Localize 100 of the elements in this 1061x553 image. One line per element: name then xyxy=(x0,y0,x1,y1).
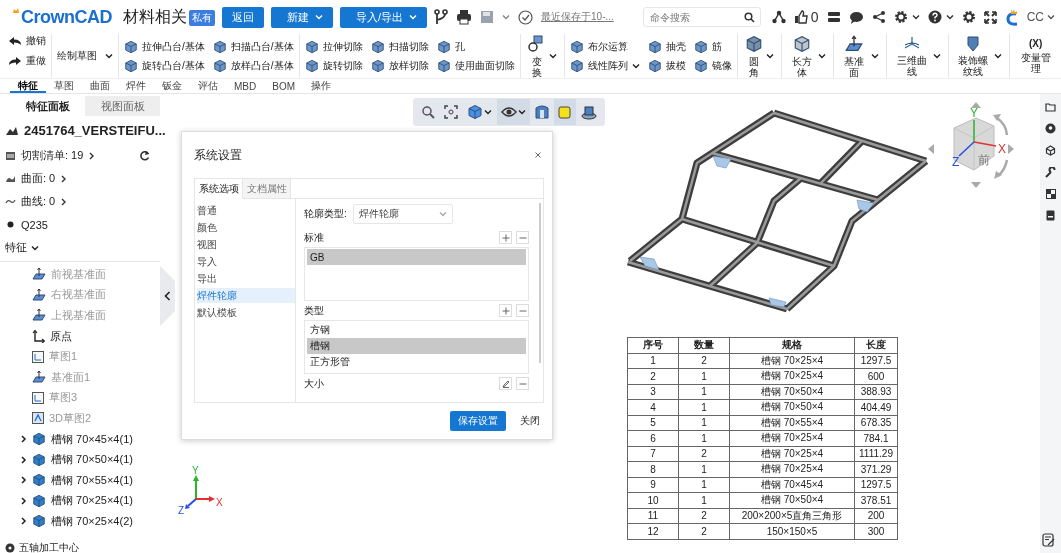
redo-button[interactable]: 重做 xyxy=(8,54,46,68)
profile-type-select[interactable]: 焊件轮廓 xyxy=(352,204,453,224)
features-toggle[interactable]: 特征 xyxy=(5,240,39,255)
table-cell: 1 xyxy=(678,399,730,415)
column-header: 数量 xyxy=(678,337,730,353)
dialog-button[interactable]: 保存设置 xyxy=(450,411,506,431)
search-field[interactable]: 命令搜索 xyxy=(642,7,761,27)
curves-item[interactable]: 曲线: 0 xyxy=(21,194,56,209)
table-cell: 378.51 xyxy=(854,492,898,508)
ribbon-tab[interactable]: 评估 xyxy=(190,79,226,93)
ribbon-tool[interactable]: 三维曲线 xyxy=(891,35,943,77)
ribbon-tool[interactable]: 基准面 xyxy=(839,34,881,78)
ribbon-tool[interactable]: 圆角 xyxy=(742,34,776,78)
table-cell: 槽钢 70×50×4 xyxy=(729,492,855,508)
list-item[interactable]: 槽钢 xyxy=(307,338,526,354)
ribbon-tool[interactable]: (X) 变量管理 xyxy=(1015,38,1056,74)
ribbon-tab[interactable]: 草图 xyxy=(46,79,82,93)
feature-item[interactable]: 槽钢 70×25×4(1) xyxy=(51,493,133,509)
settings-nav-item[interactable]: 颜色 xyxy=(197,220,295,235)
table-cell: 1 xyxy=(678,477,730,493)
dialog-title: 系统设置 xyxy=(194,146,242,164)
panel-tab[interactable]: 视图面板 xyxy=(85,96,160,116)
ribbon-tool[interactable]: 放样切除 xyxy=(370,58,429,73)
table-cell: 1 xyxy=(678,461,730,477)
ribbon-tool[interactable]: 镜像 xyxy=(693,58,732,73)
ribbon-tool[interactable]: 旋转凸台/基体 xyxy=(124,58,205,73)
ribbon-tab[interactable]: 焊件 xyxy=(118,79,154,93)
ribbon-tool[interactable]: 孔 xyxy=(436,39,515,54)
header-button[interactable]: 导入/导出 xyxy=(340,6,428,28)
header-button[interactable]: 新建 xyxy=(271,6,333,28)
surfaces-item[interactable]: 曲面: 0 xyxy=(21,171,56,186)
ribbon-tool[interactable]: 布尔运算 xyxy=(569,39,640,54)
ribbon-tool[interactable]: 拉伸凸台/基体 xyxy=(124,39,205,54)
ribbon-tool[interactable]: 拔模 xyxy=(647,58,686,73)
list-item[interactable]: GB xyxy=(307,249,526,265)
table-cell: 槽钢 70×55×4 xyxy=(729,415,855,431)
table-cell: 150×150×5 xyxy=(729,523,855,539)
settings-nav-item[interactable]: 导入 xyxy=(197,254,295,269)
feature-item[interactable]: 槽钢 70×55×4(1) xyxy=(51,472,133,488)
feature-item[interactable]: 原点 xyxy=(50,328,72,344)
ribbon-tool[interactable]: 装饰螺纹线 xyxy=(953,35,1005,77)
table-cell: 2 xyxy=(678,353,730,369)
ribbon-tool[interactable]: 旋转切除 xyxy=(304,58,363,73)
user-name[interactable]: CC xyxy=(1026,10,1044,24)
settings-nav-item[interactable]: 默认模板 xyxy=(197,305,295,320)
ribbon-tool[interactable]: 扫描切除 xyxy=(370,39,429,54)
table-cell: 5 xyxy=(627,415,679,431)
dialog-tab[interactable]: 文档属性 xyxy=(243,179,291,199)
table-cell: 404.49 xyxy=(854,399,898,415)
section-label: 大小 xyxy=(304,376,325,391)
ribbon-tab[interactable]: 特征 xyxy=(10,79,46,93)
ribbon-tool[interactable]: 筋 xyxy=(693,39,732,54)
ribbon-tool[interactable]: 放样凸台/基体 xyxy=(212,58,294,73)
machine-name[interactable]: 五轴加工中心 xyxy=(19,541,79,553)
material-item[interactable]: Q235 xyxy=(21,218,48,231)
ribbon-tab[interactable]: 操作 xyxy=(303,79,339,93)
feature-item[interactable]: 槽钢 70×45×4(1) xyxy=(51,431,133,447)
table-cell: 1 xyxy=(678,492,730,508)
settings-nav-item[interactable]: 导出 xyxy=(197,271,295,286)
column-header: 规格 xyxy=(729,337,855,353)
table-cell: 600 xyxy=(854,368,898,384)
ribbon-tab[interactable]: BOM xyxy=(264,79,303,93)
ribbon-tab[interactable]: MBD xyxy=(226,79,265,93)
ribbon-tool[interactable]: 扫描凸台/基体 xyxy=(212,39,294,54)
sketch-dropdown[interactable]: 绘制草图 xyxy=(57,49,113,63)
list-item[interactable]: 正方形管 xyxy=(307,354,526,370)
dialog-button[interactable]: 关闭 xyxy=(520,414,540,428)
undo-button[interactable]: 撤销 xyxy=(8,34,46,48)
axis-label: Z xyxy=(952,155,960,169)
table-cell: 8 xyxy=(627,461,679,477)
table-cell: 1 xyxy=(678,415,730,431)
save-status-link[interactable]: 最近保存于10-... xyxy=(541,10,614,24)
table-cell: 10 xyxy=(627,492,679,508)
ribbon-tool[interactable]: 拉伸切除 xyxy=(304,39,363,54)
settings-nav-item[interactable]: 视图 xyxy=(197,237,295,252)
table-cell: 784.1 xyxy=(854,430,898,446)
header-button[interactable]: 返回 xyxy=(222,6,264,28)
ribbon-tool[interactable]: 长方体 xyxy=(786,34,829,78)
feature-item[interactable]: 槽钢 70×25×4(2) xyxy=(51,513,133,529)
ribbon-tab[interactable]: 曲面 xyxy=(82,79,118,93)
cut-list-item[interactable]: 切割清单: 19 xyxy=(21,148,84,163)
ribbon-tool[interactable]: 使用曲面切除 xyxy=(436,58,515,73)
axis-label: Y xyxy=(192,466,199,476)
list-item[interactable]: 方钢 xyxy=(307,322,526,338)
table-cell: 槽钢 70×45×4 xyxy=(729,477,855,493)
table-cell: 1 xyxy=(678,368,730,384)
settings-nav-item[interactable]: 普通 xyxy=(197,203,295,218)
ribbon-tool[interactable]: 线性阵列 xyxy=(569,58,640,73)
table-cell: 200 xyxy=(854,508,898,524)
settings-nav-item[interactable]: 焊件轮廓 xyxy=(197,288,295,303)
feature-item[interactable]: 槽钢 70×50×4(1) xyxy=(51,452,133,468)
table-cell: 1111.29 xyxy=(854,446,898,462)
ribbon-tool[interactable]: 抽壳 xyxy=(647,39,686,54)
ribbon-tool[interactable]: 变换 xyxy=(525,34,559,78)
ribbon-tab[interactable]: 钣金 xyxy=(154,79,190,93)
table-cell: 2 xyxy=(678,446,730,462)
table-cell: 槽钢 70×25×4 xyxy=(729,368,855,384)
axis-label: X xyxy=(998,142,1006,156)
axis-label: Y xyxy=(970,106,978,120)
table-cell: 1 xyxy=(678,384,730,400)
